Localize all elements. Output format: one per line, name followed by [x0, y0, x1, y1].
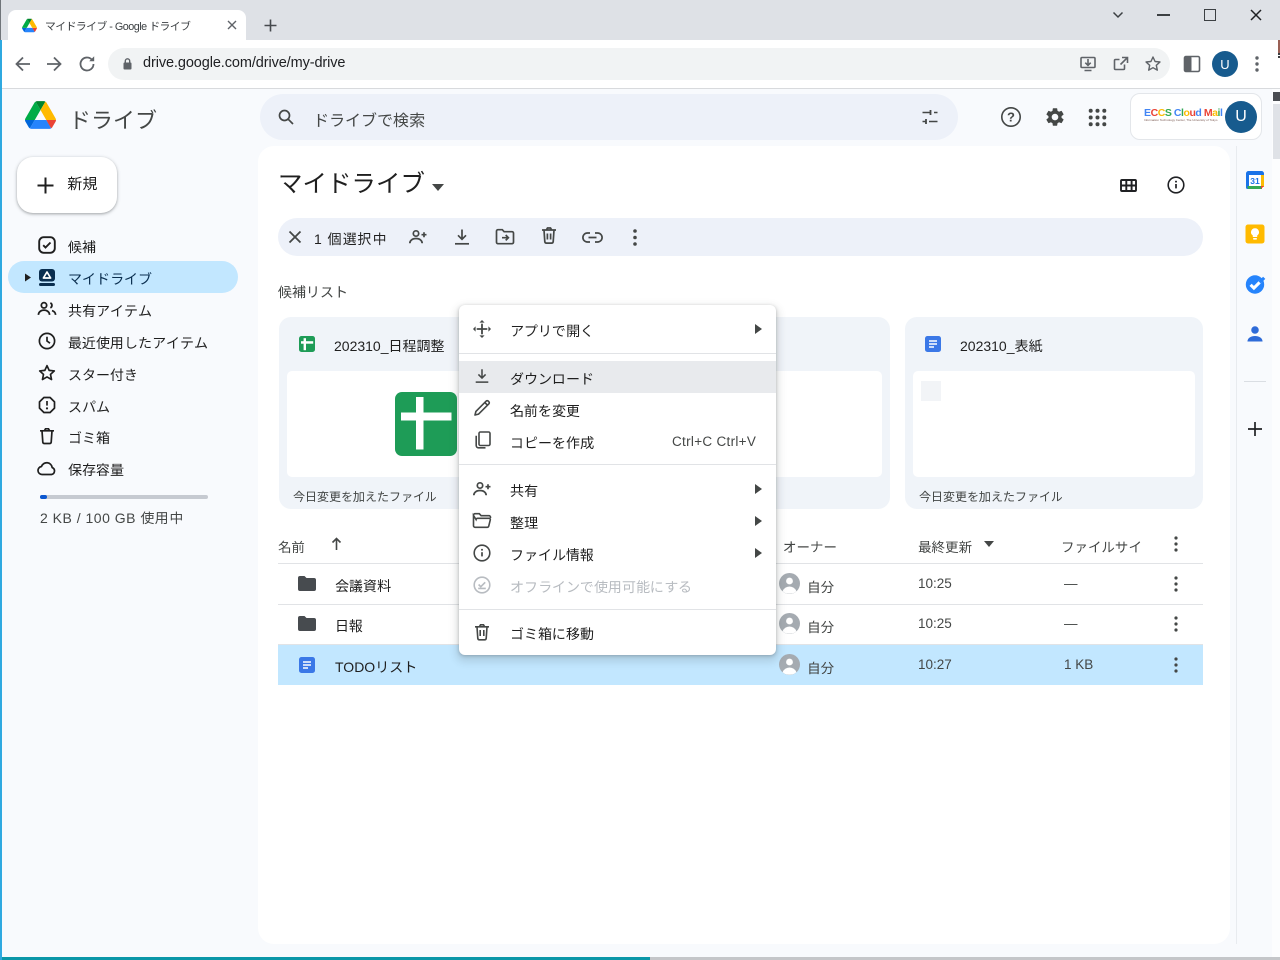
svg-text:31: 31 [1250, 176, 1260, 186]
svg-text:?: ? [1007, 109, 1015, 124]
